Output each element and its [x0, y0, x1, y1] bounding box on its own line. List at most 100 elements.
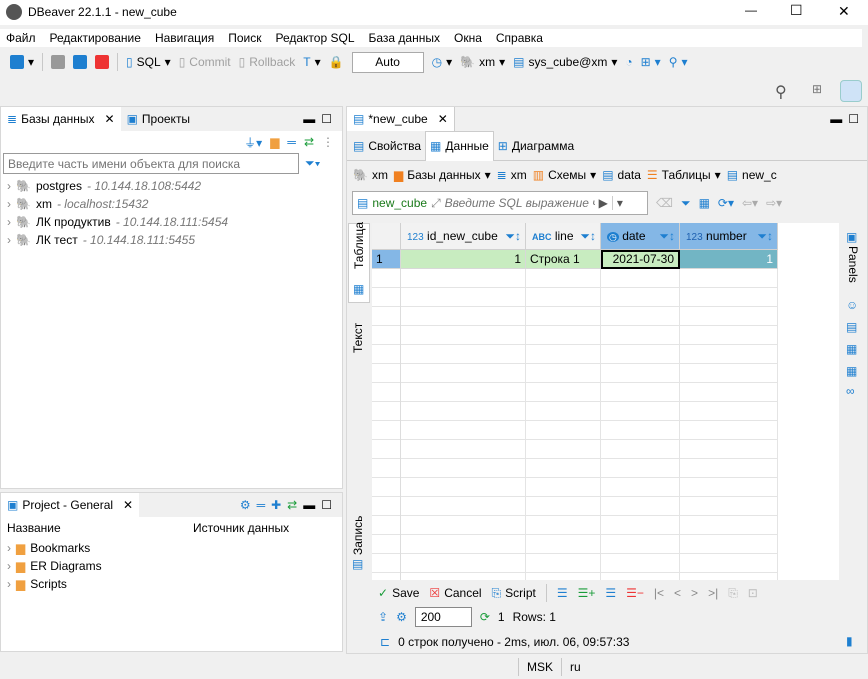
- disconnect-icon[interactable]: [51, 55, 66, 69]
- menu-sql-editor[interactable]: Редактор SQL: [275, 31, 354, 45]
- breadcrumb-xm[interactable]: 🐘 xm: [353, 168, 388, 182]
- next-page-icon[interactable]: >: [691, 586, 698, 600]
- cell-line[interactable]: Строка 1: [526, 250, 601, 269]
- fetch-next-icon[interactable]: ⟳: [480, 610, 490, 624]
- quick-search-icon[interactable]: ⚲: [775, 82, 787, 102]
- apply-filter-icon[interactable]: ▶: [599, 196, 608, 210]
- subtab-diagram[interactable]: ⊞ Диаграмма: [494, 139, 578, 153]
- last-page-icon[interactable]: >|: [708, 586, 718, 600]
- view-menu-icon[interactable]: ⋮: [322, 135, 334, 149]
- grouping-icon[interactable]: ▦: [846, 342, 857, 356]
- link-icon[interactable]: ⇄: [287, 498, 297, 512]
- filter-icon[interactable]: ⏷▾: [305, 156, 320, 171]
- value-viewer-icon[interactable]: ☺: [846, 298, 858, 312]
- new-connection-button[interactable]: ▾: [10, 55, 34, 69]
- editor-tab-new-cube[interactable]: ▤ *new_cube ✕: [347, 107, 455, 131]
- script-button[interactable]: ⎘ Script: [492, 586, 536, 601]
- menu-window[interactable]: Окна: [454, 31, 482, 45]
- lock-icon[interactable]: 🔒: [329, 55, 344, 69]
- add-icon[interactable]: ✚: [271, 498, 281, 512]
- restore-layout-icon[interactable]: ▮: [846, 634, 853, 648]
- tree-item-lk-prod[interactable]: › 🐘 ЛК продуктив - 10.144.18.111:5454: [1, 213, 342, 231]
- filter-settings-icon[interactable]: ▦: [699, 196, 710, 210]
- settings-icon[interactable]: ⚙: [396, 610, 407, 624]
- new-folder-icon[interactable]: ▆: [270, 135, 279, 149]
- settings-icon[interactable]: ⚙: [240, 498, 251, 512]
- clear-filter-icon[interactable]: ⌫: [656, 196, 673, 210]
- cell-id-new-cube[interactable]: 1: [401, 250, 526, 269]
- column-header-date[interactable]: ◷ date ⏷↕: [601, 223, 680, 250]
- subtab-properties[interactable]: ▤ Свойства: [349, 139, 425, 153]
- tab-grid-view[interactable]: Таблица ▦: [348, 222, 370, 303]
- reconnect-icon[interactable]: [73, 55, 88, 69]
- transaction-mode-button[interactable]: T ▾: [303, 55, 320, 69]
- sort-filter-icon[interactable]: ⏷↕: [757, 223, 773, 250]
- expand-icon[interactable]: ⤢: [431, 196, 441, 211]
- maximize-button[interactable]: ☐: [790, 2, 803, 19]
- tree-item-postgres[interactable]: › 🐘 postgres - 10.144.18.108:5442: [1, 177, 342, 195]
- history-button[interactable]: ◷ ▾: [432, 55, 453, 69]
- edit-row-icon[interactable]: ☰: [557, 586, 568, 600]
- delete-row-icon[interactable]: ☰−: [626, 586, 644, 600]
- column-name[interactable]: Название: [7, 521, 187, 535]
- sort-filter-icon[interactable]: ⏷↕: [505, 223, 521, 250]
- panel-toggle-icon[interactable]: ⊏: [380, 635, 390, 649]
- tab-projects[interactable]: ▣ Проекты: [127, 112, 191, 126]
- new-connection-icon[interactable]: ⏚▾: [244, 134, 262, 151]
- tree-item-scripts[interactable]: › ▆ Scripts: [1, 575, 342, 593]
- maximize-editor-icon[interactable]: ☐: [848, 112, 859, 126]
- auto-commit-mode[interactable]: Auto: [351, 51, 424, 73]
- fetch-size-input[interactable]: [414, 607, 472, 627]
- add-row-icon[interactable]: ☰+: [578, 586, 596, 600]
- datasource-selector[interactable]: 🐘 xm ▾: [460, 55, 505, 69]
- menu-navigate[interactable]: Навигация: [155, 31, 214, 45]
- cancel-button[interactable]: ☒ Cancel: [429, 586, 481, 600]
- dbeaver-perspective-icon[interactable]: [840, 80, 862, 102]
- breadcrumb-db-xm[interactable]: ≣ xm: [497, 168, 527, 182]
- close-tab-icon[interactable]: ✕: [123, 498, 133, 512]
- prev-page-icon[interactable]: <: [674, 586, 681, 600]
- copy-row-icon[interactable]: ☰: [605, 586, 616, 600]
- refresh-icon[interactable]: ⟳▾: [718, 196, 734, 210]
- menu-database[interactable]: База данных: [369, 31, 440, 45]
- panels-label[interactable]: Panels: [846, 246, 860, 283]
- save-filter-icon[interactable]: ⏷: [681, 196, 691, 211]
- panels-icon[interactable]: ▣: [846, 230, 857, 244]
- collapse-all-icon[interactable]: ═: [287, 135, 296, 149]
- close-tab-icon[interactable]: ✕: [438, 112, 448, 126]
- breadcrumb-schemas[interactable]: ▥ Схемы ▾: [533, 168, 596, 182]
- back-icon[interactable]: ⇦▾: [742, 196, 758, 210]
- breadcrumb-databases[interactable]: ▆ Базы данных ▾: [394, 168, 491, 182]
- row-number[interactable]: 1: [372, 250, 401, 269]
- tree-item-bookmarks[interactable]: › ▆ Bookmarks: [1, 539, 342, 557]
- minimize-editor-icon[interactable]: ▬: [830, 112, 842, 126]
- column-header-number[interactable]: 123 number ⏷↕: [680, 223, 778, 250]
- rollback-button[interactable]: ▯ Rollback: [239, 55, 296, 69]
- sort-filter-icon[interactable]: ⏷↕: [659, 223, 675, 250]
- breadcrumb-tables[interactable]: ☰ Таблицы ▾: [647, 168, 721, 182]
- collapse-icon[interactable]: ═: [257, 498, 266, 512]
- tab-project-general[interactable]: ▣ Project - General ✕: [1, 493, 140, 517]
- sql-filter-input[interactable]: [444, 196, 595, 210]
- export-icon[interactable]: ⇪: [378, 610, 388, 624]
- commit-button[interactable]: ▯ Commit: [179, 55, 231, 69]
- first-page-icon[interactable]: |<: [654, 586, 664, 600]
- schema-selector[interactable]: ▤ sys_cube@xm ▾: [513, 55, 617, 69]
- minimize-button[interactable]: —: [745, 3, 757, 17]
- erd-button[interactable]: ⊞ ▾: [641, 55, 661, 69]
- close-button[interactable]: ✕: [838, 3, 850, 20]
- menu-help[interactable]: Справка: [496, 31, 543, 45]
- forward-icon[interactable]: ⇨▾: [766, 196, 782, 210]
- copy-icon[interactable]: ⎘: [728, 586, 738, 601]
- filter-history-dropdown[interactable]: ▾: [611, 196, 623, 210]
- tab-record-view[interactable]: Запись ▤: [348, 513, 370, 573]
- breadcrumb-table[interactable]: ▤ new_c: [727, 168, 777, 182]
- subtab-data[interactable]: ▦ Данные: [425, 130, 494, 161]
- cell-date[interactable]: 2021-07-30: [601, 250, 680, 269]
- breadcrumb-data[interactable]: ▤ data: [602, 168, 641, 182]
- fullscreen-icon[interactable]: ⊡: [748, 586, 758, 600]
- tree-item-er-diagrams[interactable]: › ▆ ER Diagrams: [1, 557, 342, 575]
- minimize-panel-icon[interactable]: ▬: [303, 112, 315, 126]
- sql-editor-button[interactable]: ▯ SQL ▾: [126, 55, 171, 69]
- cell-number[interactable]: 1: [680, 250, 778, 269]
